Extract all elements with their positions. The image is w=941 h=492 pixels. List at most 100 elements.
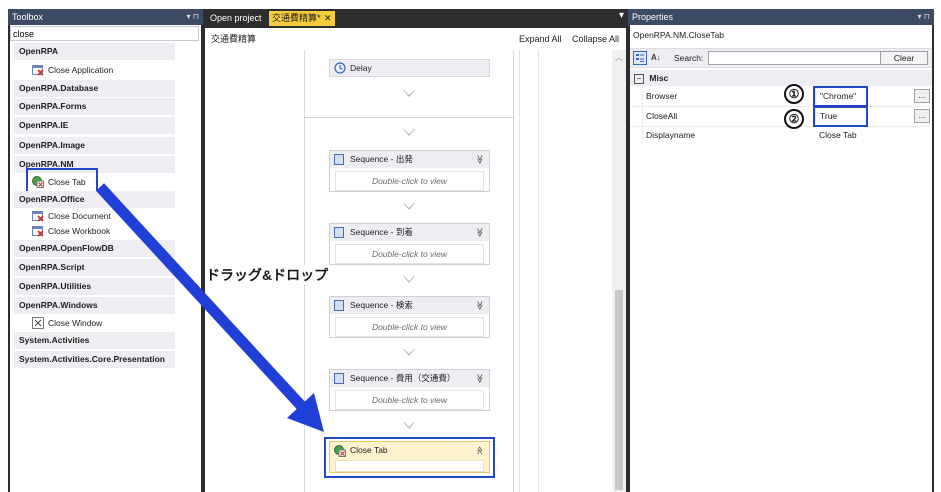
sequence-header: Sequence - 出発 ≫ (330, 151, 489, 168)
category-system-activities-core-presentation[interactable]: System.Activities.Core.Presentation (14, 351, 175, 368)
tab-label: Open project (210, 13, 262, 23)
sequence-header: Sequence - 費用（交通費） ≫ (330, 370, 489, 387)
toolbox-title: Toolbox (12, 12, 44, 22)
sequence-header: Sequence - 検索 ≫ (330, 297, 489, 314)
category-openrpa-forms[interactable]: OpenRPA.Forms (14, 98, 175, 115)
expand-chevron-icon[interactable]: ≫ (471, 374, 488, 383)
properties-title: Properties (632, 12, 674, 22)
properties-group-misc[interactable]: − Misc (630, 70, 932, 86)
flow-arrow-icon (403, 422, 415, 429)
expand-chevron-icon[interactable]: ≫ (471, 228, 488, 237)
scroll-thumb[interactable] (615, 290, 623, 490)
expand-chevron-icon[interactable]: ≫ (471, 155, 488, 164)
drag-drop-annotation: ドラッグ&ドロップ (205, 265, 330, 285)
close-window-icon (32, 317, 44, 329)
category-openrpa-database[interactable]: OpenRPA.Database (14, 80, 175, 97)
sequence-search[interactable]: Sequence - 検索 ≫ Double-click to view (329, 296, 490, 338)
category-openrpa-image[interactable]: OpenRPA.Image (14, 137, 175, 154)
toolbox-header: Toolbox ▾ ⊓ (8, 9, 203, 25)
properties-search-input[interactable] (708, 51, 908, 65)
close-tab-highlight (26, 168, 98, 193)
property-name: CloseAll (646, 111, 678, 121)
tab-dropdown-icon[interactable]: ▾ (619, 10, 624, 21)
property-value-displayname[interactable]: Close Tab (819, 126, 857, 145)
sequence-cost[interactable]: Sequence - 費用（交通費） ≫ Double-click to vie… (329, 369, 490, 411)
category-openrpa-ie[interactable]: OpenRPA.IE (14, 117, 175, 134)
properties-object-name: OpenRPA.NM.CloseTab (633, 30, 725, 40)
properties-header: Properties ▾ ⊓ (628, 9, 934, 25)
property-row-closeall[interactable]: CloseAll True ... (630, 107, 930, 127)
sequence-label: Sequence - 検索 (350, 300, 413, 310)
sequence-label: Sequence - 出発 (350, 154, 413, 164)
sequence-label: Sequence - 到着 (350, 227, 413, 237)
sequence-icon (334, 300, 344, 311)
category-system-activities[interactable]: System.Activities (14, 332, 175, 349)
toolbox-search-input[interactable] (10, 26, 199, 41)
sequence-hint: Double-click to view (335, 317, 484, 337)
tab-label: 交通費精算* (272, 13, 321, 23)
category-openrpa-openflowdb[interactable]: OpenRPA.OpenFlowDB (14, 240, 175, 257)
tab-open-project[interactable]: Open project (207, 11, 265, 26)
browser-value-highlight (813, 86, 868, 107)
sequence-icon (334, 154, 344, 165)
properties-clear-button[interactable]: Clear (880, 51, 928, 65)
expand-chevron-icon[interactable]: ≫ (471, 301, 488, 310)
category-openrpa-windows[interactable]: OpenRPA.Windows (14, 297, 175, 314)
sequence-icon (334, 373, 344, 384)
closeall-ellipsis-button[interactable]: ... (914, 109, 930, 123)
tab-close-icon[interactable]: ✕ (324, 13, 332, 23)
collapse-group-icon[interactable]: − (634, 73, 644, 84)
tool-label: Close Workbook (48, 226, 111, 236)
flow-arrow-icon (403, 349, 415, 356)
group-label: Misc (649, 73, 669, 83)
tool-label: Close Window (48, 318, 103, 328)
properties-search-label: Search: (674, 53, 704, 63)
flow-arrow-icon (403, 129, 415, 136)
marker-1: ① (784, 84, 804, 104)
properties-toolbar: A↓ Search: Clear (630, 48, 932, 68)
category-openrpa-office[interactable]: OpenRPA.Office (14, 191, 175, 208)
close-workbook-icon (32, 226, 44, 237)
flow-arrow-icon (403, 203, 415, 210)
marker-2: ② (784, 109, 804, 129)
category-openrpa[interactable]: OpenRPA (14, 43, 175, 60)
alphabetical-sort-icon[interactable]: A↓ (651, 51, 665, 65)
flow-arrow-icon (403, 276, 415, 283)
delay-activity[interactable]: Delay (329, 59, 490, 77)
sequence-departure[interactable]: Sequence - 出発 ≫ Double-click to view (329, 150, 490, 192)
flow-arrow-icon (403, 90, 415, 97)
close-tab-activity-highlight (324, 437, 495, 478)
property-row-browser[interactable]: Browser "Chrome" ... (630, 87, 930, 107)
category-openrpa-script[interactable]: OpenRPA.Script (14, 259, 175, 276)
sequence-icon (334, 227, 344, 238)
collapse-all-button[interactable]: Collapse All (572, 30, 619, 48)
delay-label: Delay (350, 63, 372, 73)
editor-tab-strip: Open project 交通費精算* ✕ ▾ (205, 9, 626, 27)
tab-active-document[interactable]: 交通費精算* ✕ (269, 11, 335, 26)
scroll-up-icon[interactable]: ︿ (615, 52, 623, 63)
properties-pin-icon[interactable]: ▾ ⊓ (918, 9, 930, 25)
property-row-displayname[interactable]: Displayname Close Tab (630, 126, 930, 145)
toolbox-pin-icon[interactable]: ▾ ⊓ (187, 9, 199, 25)
browser-ellipsis-button[interactable]: ... (914, 89, 930, 103)
tool-label: Close Application (48, 65, 114, 75)
tool-label: Close Document (48, 211, 111, 221)
expand-all-button[interactable]: Expand All (519, 30, 562, 48)
sequence-hint: Double-click to view (335, 244, 484, 264)
category-openrpa-utilities[interactable]: OpenRPA.Utilities (14, 278, 175, 295)
inner-guide-right (538, 50, 539, 492)
close-application-icon (32, 65, 44, 76)
property-name-column-divider (642, 87, 643, 144)
breadcrumb[interactable]: 交通費精算 (211, 30, 256, 48)
sequence-label: Sequence - 費用（交通費） (350, 373, 456, 383)
editor-breadcrumb-bar: 交通費精算 Expand All Collapse All (205, 30, 626, 48)
close-document-icon (32, 211, 44, 222)
sequence-hint: Double-click to view (335, 171, 484, 191)
sequence-arrival[interactable]: Sequence - 到着 ≫ Double-click to view (329, 223, 490, 265)
editor-scrollbar[interactable]: ︿ (612, 50, 626, 492)
closeall-value-highlight (813, 106, 868, 127)
sequence-header: Sequence - 到着 ≫ (330, 224, 489, 241)
categorized-view-icon[interactable] (633, 51, 647, 65)
clock-icon (334, 62, 346, 74)
sequence-hint: Double-click to view (335, 390, 484, 410)
